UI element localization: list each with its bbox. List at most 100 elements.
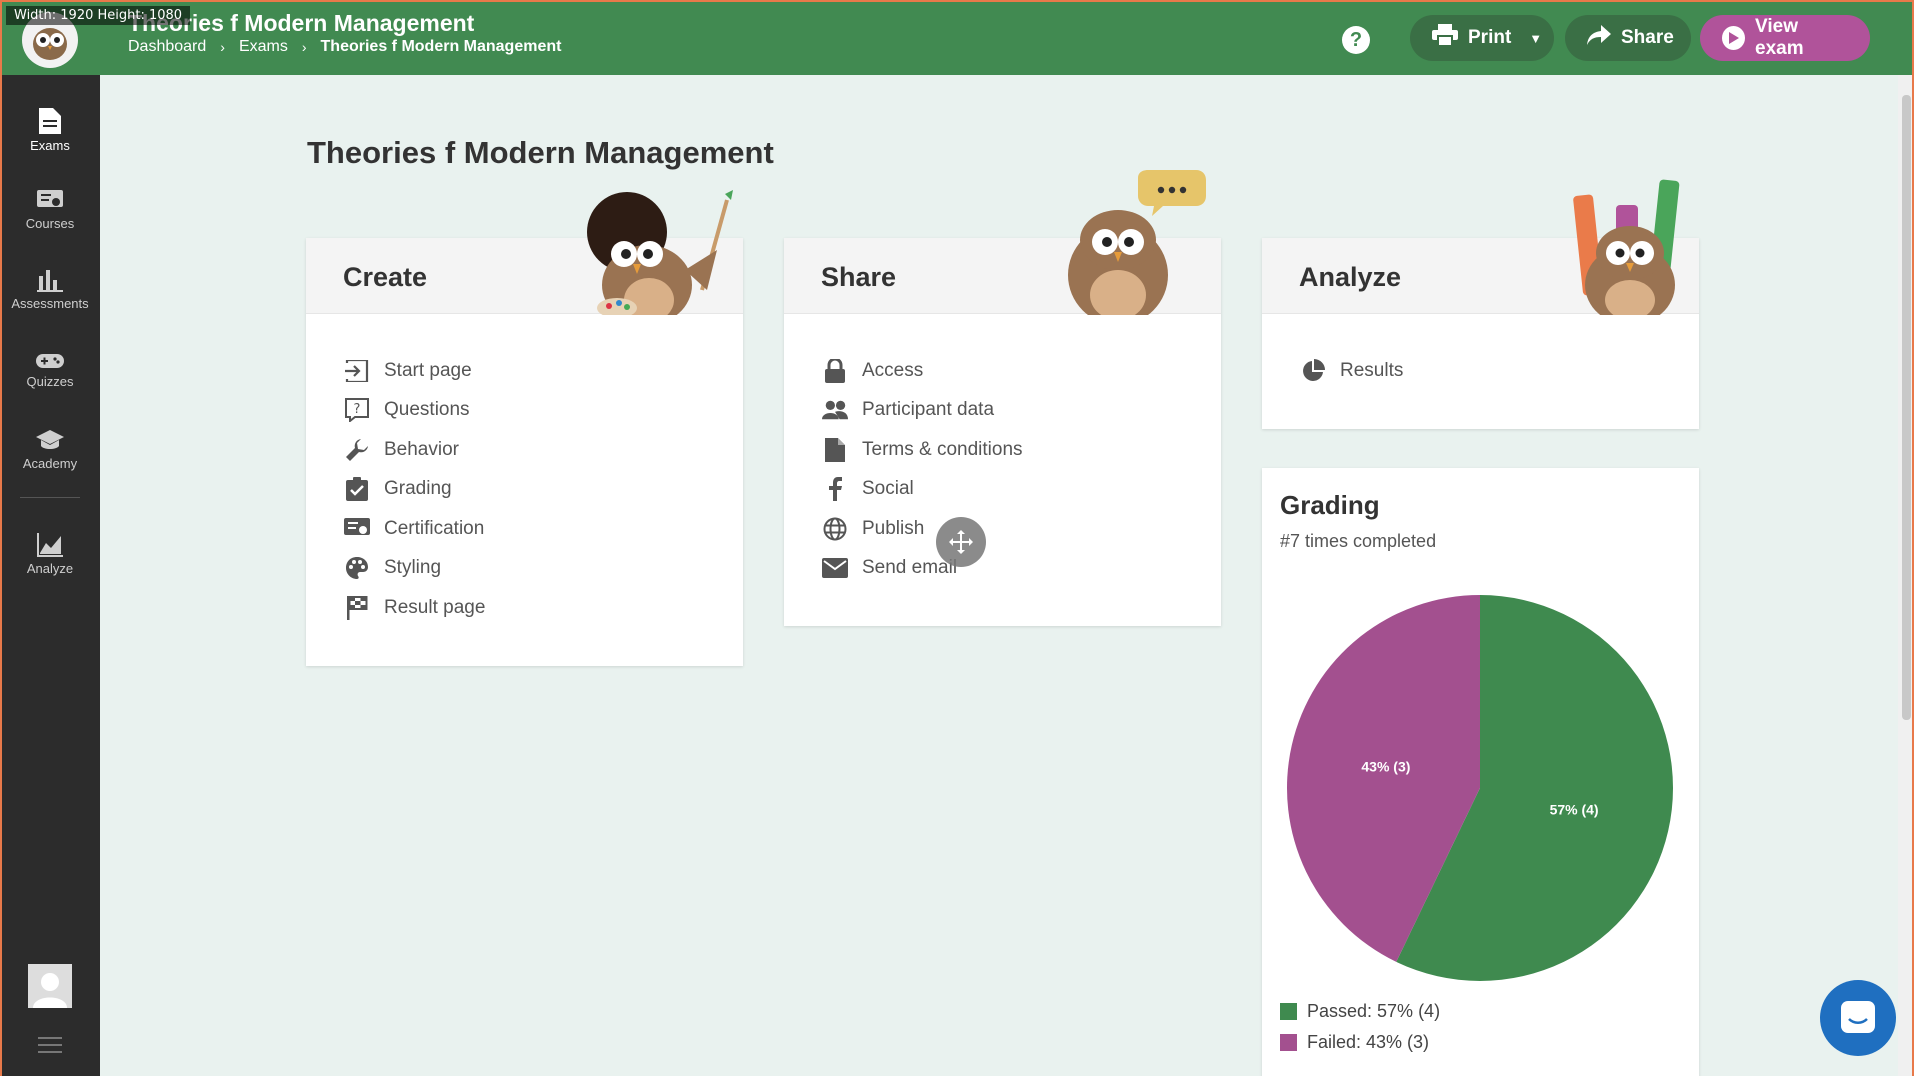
sidebar-item-exams[interactable]: Exams (0, 95, 100, 165)
share-label: Share (1621, 27, 1674, 48)
hamburger-menu-icon[interactable] (38, 1037, 62, 1058)
pie-chart-icon (1300, 358, 1326, 384)
mail-icon (822, 555, 848, 581)
legend-swatch (1280, 1034, 1297, 1051)
create-behavior[interactable]: Behavior (344, 430, 485, 470)
top-bar: Width: 1920 Height: 1080 Theories f Mode… (0, 0, 1914, 75)
help-button[interactable]: ? (1342, 26, 1370, 54)
facebook-icon (822, 476, 848, 502)
play-icon (1722, 26, 1746, 50)
share-participant-data[interactable]: Participant data (822, 391, 1023, 431)
create-list: Start page ? Questions Behavior Grading … (344, 351, 485, 628)
sidebar-label: Courses (25, 215, 75, 231)
sidebar-label: Quizzes (26, 373, 74, 389)
view-exam-button[interactable]: View exam (1700, 15, 1870, 61)
card-title: Share (821, 262, 897, 292)
move-handle[interactable] (936, 517, 986, 567)
create-label: Result page (384, 596, 486, 618)
analyst-owl-illustration (1573, 179, 1680, 315)
file-icon (822, 437, 848, 463)
painter-owl-illustration (587, 190, 733, 315)
flag-icon (344, 595, 370, 621)
card-title: Create (343, 262, 428, 292)
sidebar-item-quizzes[interactable]: Quizzes (0, 335, 100, 405)
sidebar-label: Analyze (26, 560, 74, 576)
people-icon (822, 397, 848, 423)
palette-icon (344, 555, 370, 581)
create-result-page[interactable]: Result page (344, 588, 485, 628)
create-label: Behavior (384, 438, 459, 460)
breadcrumb-current: Theories f Modern Management (320, 38, 562, 55)
breadcrumb: Dashboard › Exams › Theories f Modern Ma… (128, 38, 561, 56)
grading-subtitle: #7 times completed (1280, 531, 1437, 551)
analyze-list: Results (1300, 351, 1403, 391)
chevron-right-icon: › (301, 39, 307, 55)
sidebar-divider (20, 497, 80, 498)
bar-chart-icon (37, 269, 63, 292)
share-label: Terms & conditions (862, 438, 1023, 460)
talking-owl-illustration (1068, 170, 1206, 315)
pie-data-label: 57% (4) (1550, 801, 1599, 817)
breadcrumb-exams[interactable]: Exams (239, 38, 288, 56)
legend-label: Failed: 43% (3) (1307, 1032, 1430, 1052)
caret-down-icon: ▼ (1529, 30, 1543, 46)
grading-pie-chart: 57% (4) 43% (3) (1287, 595, 1673, 981)
legend-item-failed: Failed: 43% (3) (1280, 1027, 1440, 1058)
create-label: Grading (384, 478, 452, 500)
document-icon (39, 107, 61, 134)
avatar[interactable] (28, 964, 72, 1008)
share-list: Access Participant data Terms & conditio… (822, 351, 1023, 588)
certificate-icon (344, 516, 370, 542)
share-publish[interactable]: Publish (822, 509, 1023, 549)
printer-icon (1432, 24, 1458, 52)
scrollbar-thumb[interactable] (1902, 95, 1911, 720)
view-exam-label: View exam (1755, 16, 1804, 59)
breadcrumb-dashboard[interactable]: Dashboard (128, 38, 206, 56)
globe-icon (822, 516, 848, 542)
share-button[interactable]: Share (1565, 15, 1691, 61)
sidebar-label: Academy (22, 455, 78, 471)
sidebar-item-courses[interactable]: Courses (0, 175, 100, 245)
share-arrow-icon (1587, 25, 1611, 51)
share-label: Participant data (862, 399, 995, 421)
create-questions[interactable]: ? Questions (344, 391, 485, 431)
sidebar-item-assessments[interactable]: Assessments (0, 255, 100, 325)
share-access[interactable]: Access (822, 351, 1023, 391)
sidebar: Exams Courses Assessments Quizzes Academ… (0, 75, 100, 1076)
analyze-label: Results (1340, 359, 1404, 381)
create-start-page[interactable]: Start page (344, 351, 485, 391)
share-terms[interactable]: Terms & conditions (822, 430, 1023, 470)
sidebar-label: Exams (30, 137, 70, 153)
svg-text:?: ? (354, 402, 361, 417)
graduation-cap-icon (36, 429, 64, 449)
share-social[interactable]: Social (822, 470, 1023, 510)
share-send-email[interactable]: Send email (822, 549, 1023, 589)
lock-icon (822, 358, 848, 384)
legend-label: Passed: 57% (4) (1307, 1001, 1441, 1021)
chart-legend: Passed: 57% (4) Failed: 43% (3) (1280, 996, 1440, 1058)
sidebar-item-analyze[interactable]: Analyze (0, 519, 100, 589)
create-grading[interactable]: Grading (344, 470, 485, 510)
pie-data-label: 43% (3) (1361, 759, 1410, 775)
share-label: Send email (862, 557, 958, 579)
page-title: Theories f Modern Management (307, 135, 774, 170)
login-icon (344, 358, 370, 384)
certificate-icon (37, 189, 63, 207)
grading-title: Grading (1280, 490, 1380, 520)
print-button[interactable]: Print ▼ (1410, 15, 1554, 61)
share-label: Access (862, 359, 924, 381)
wrench-icon (344, 437, 370, 463)
chevron-right-icon: › (220, 39, 225, 55)
create-certification[interactable]: Certification (344, 509, 485, 549)
analyze-results[interactable]: Results (1300, 351, 1403, 391)
share-label: Publish (862, 517, 925, 539)
share-label: Social (862, 478, 914, 500)
chat-icon (1841, 1001, 1875, 1033)
question-box-icon: ? (344, 397, 370, 423)
sidebar-item-academy[interactable]: Academy (0, 415, 100, 485)
chat-button[interactable] (1820, 980, 1896, 1056)
card-title: Analyze (1299, 262, 1402, 292)
line-chart-icon (37, 532, 63, 557)
create-styling[interactable]: Styling (344, 549, 485, 589)
scrollbar[interactable] (1898, 75, 1914, 1076)
